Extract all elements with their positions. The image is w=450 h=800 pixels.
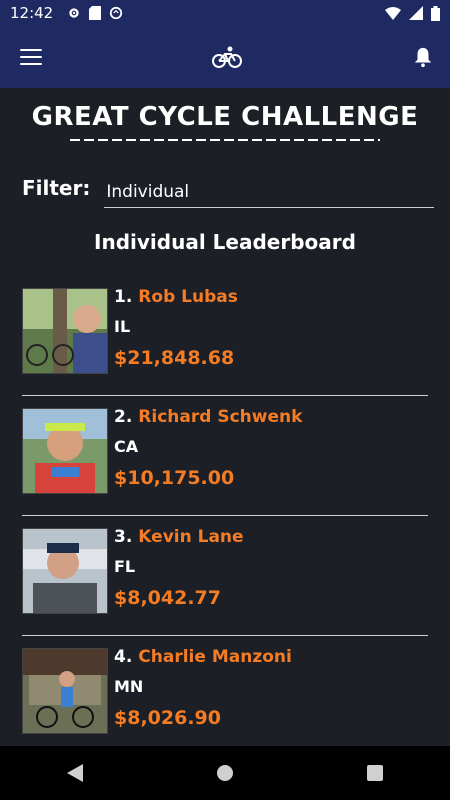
entry-rank: 2. — [114, 407, 133, 427]
avatar-photo-icon — [23, 409, 107, 493]
home-circle-icon — [217, 765, 233, 781]
menu-line — [20, 63, 42, 65]
battery-icon — [431, 5, 440, 21]
hamburger-menu-icon[interactable] — [20, 49, 42, 65]
recents-button[interactable] — [355, 753, 395, 793]
leaderboard-row-content: 4. Charlie Manzoni MN $8,026.90 — [22, 648, 292, 734]
bicycle-icon[interactable] — [212, 46, 242, 68]
avatar — [22, 288, 108, 374]
bell-icon[interactable] — [412, 46, 434, 68]
avatar-photo-icon — [23, 289, 107, 373]
entry-name[interactable]: Rob Lubas — [138, 287, 238, 307]
avatar-photo-icon — [23, 529, 107, 613]
menu-line — [20, 49, 42, 51]
entry-state: FL — [114, 557, 136, 576]
entry-info: 2. Richard Schwenk CA $10,175.00 — [114, 408, 302, 494]
avatar-photo-icon — [23, 649, 107, 733]
leaderboard-row[interactable]: 3. Kevin Lane FL $8,042.77 — [0, 516, 450, 636]
filter-row: Filter: — [0, 168, 450, 208]
recents-square-icon — [367, 765, 383, 781]
entry-name-line: 4. Charlie Manzoni — [114, 648, 292, 666]
back-triangle-icon — [67, 764, 83, 782]
leaderboard-row[interactable]: 4. Charlie Manzoni MN $8,026.90 — [0, 636, 450, 746]
status-bar: 12:42 — [0, 0, 450, 26]
home-button[interactable] — [205, 753, 245, 793]
sd-card-icon — [89, 6, 102, 20]
entry-name[interactable]: Richard Schwenk — [138, 407, 302, 427]
signal-icon — [409, 6, 423, 20]
sync-icon — [110, 6, 123, 20]
leaderboard-list[interactable]: 1. Rob Lubas IL $21,848.68 2. Richard Sc… — [0, 276, 450, 746]
entry-amount: $8,042.77 — [114, 587, 221, 609]
back-button[interactable] — [55, 753, 95, 793]
menu-line — [20, 56, 42, 58]
brand-title: GREAT CYCLE CHALLENGE — [31, 102, 419, 132]
gear-icon — [69, 8, 79, 18]
entry-info: 4. Charlie Manzoni MN $8,026.90 — [114, 648, 292, 734]
leaderboard-row-content: 2. Richard Schwenk CA $10,175.00 — [22, 408, 302, 494]
entry-name-line: 2. Richard Schwenk — [114, 408, 302, 426]
entry-state: IL — [114, 317, 131, 336]
filter-input[interactable] — [104, 177, 435, 208]
app-bar — [0, 26, 450, 88]
chain-decoration — [70, 139, 380, 141]
entry-rank: 3. — [114, 527, 133, 547]
avatar — [22, 528, 108, 614]
leaderboard-row[interactable]: 2. Richard Schwenk CA $10,175.00 — [0, 396, 450, 516]
wifi-icon — [385, 7, 401, 20]
avatar — [22, 648, 108, 734]
entry-amount: $8,026.90 — [114, 707, 221, 729]
entry-amount: $21,848.68 — [114, 347, 235, 369]
leaderboard-row-content: 1. Rob Lubas IL $21,848.68 — [22, 288, 238, 374]
entry-name[interactable]: Kevin Lane — [138, 527, 243, 547]
entry-name[interactable]: Charlie Manzoni — [138, 647, 292, 667]
status-time: 12:42 — [10, 4, 54, 22]
leaderboard-row[interactable]: 1. Rob Lubas IL $21,848.68 — [0, 276, 450, 396]
brand-logo: GREAT CYCLE CHALLENGE — [0, 88, 450, 148]
avatar — [22, 408, 108, 494]
entry-state: MN — [114, 677, 144, 696]
status-icons-right — [385, 5, 440, 21]
filter-label: Filter: — [22, 176, 91, 200]
leaderboard-title: Individual Leaderboard — [94, 230, 356, 254]
entry-name-line: 1. Rob Lubas — [114, 288, 238, 306]
entry-state: CA — [114, 437, 139, 456]
entry-info: 3. Kevin Lane FL $8,042.77 — [114, 528, 244, 614]
status-icons-left — [67, 6, 123, 20]
entry-info: 1. Rob Lubas IL $21,848.68 — [114, 288, 238, 374]
entry-rank: 1. — [114, 287, 133, 307]
navigation-bar — [0, 746, 450, 800]
entry-rank: 4. — [114, 647, 133, 667]
entry-name-line: 3. Kevin Lane — [114, 528, 244, 546]
leaderboard-row-content: 3. Kevin Lane FL $8,042.77 — [22, 528, 244, 614]
entry-amount: $10,175.00 — [114, 467, 235, 489]
